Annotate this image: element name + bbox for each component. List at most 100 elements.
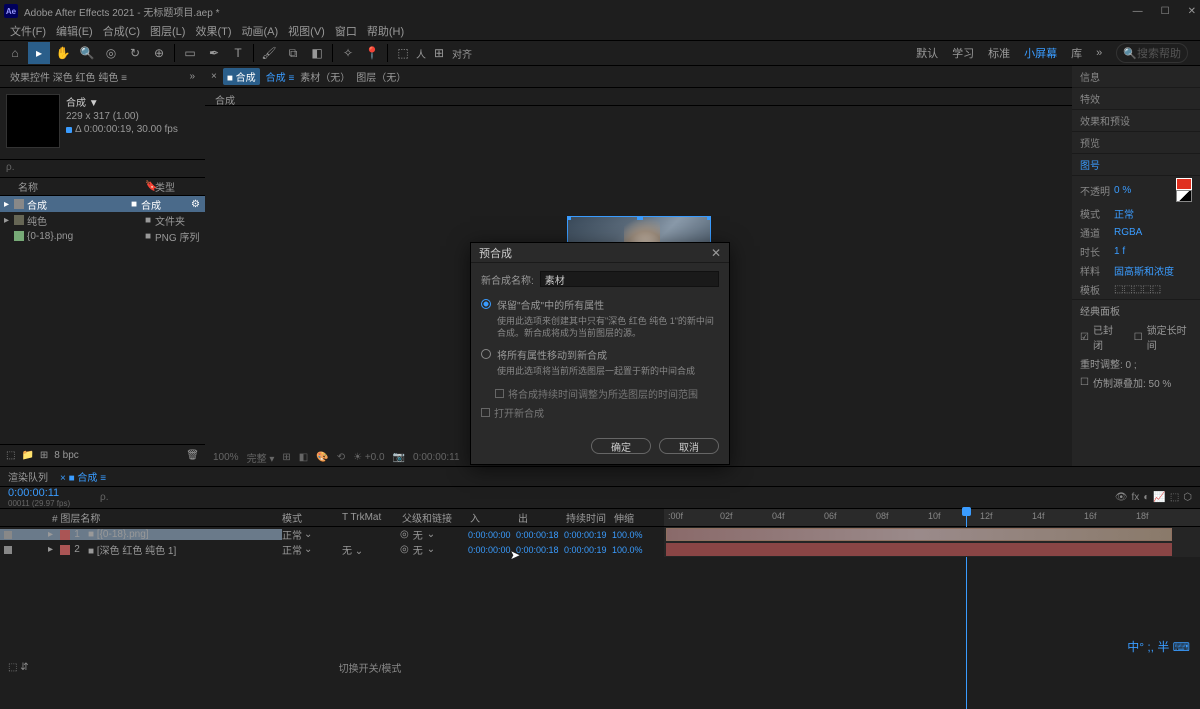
roto-tool[interactable]: ✧ [337, 42, 359, 64]
menu-file[interactable]: 文件(F) [6, 21, 50, 41]
menu-effect[interactable]: 效果(T) [191, 21, 235, 41]
collapse-icon[interactable]: ⇵ [20, 662, 28, 673]
workspace-small[interactable]: 小屏幕 [1024, 45, 1057, 61]
time-ruler[interactable]: # 图层名称 模式 T TrkMat 父级和链接 入 出 持续时间 伸缩 :00… [0, 509, 1200, 527]
chk-locked[interactable]: ☑ [1080, 332, 1089, 343]
shy-icon[interactable]: 👁 [1115, 492, 1128, 503]
chk-time[interactable]: ☐ [1134, 332, 1143, 343]
visibility-toggle[interactable] [4, 531, 12, 539]
mask-icon[interactable]: ◧ [299, 452, 308, 463]
clone-tool[interactable]: ⧉ [282, 42, 304, 64]
comp-timeline-tab[interactable]: × ■ 合成 ≡ [60, 469, 106, 484]
handle-tc[interactable] [637, 216, 643, 220]
puppet-tool[interactable]: 📍 [361, 42, 383, 64]
viewer-lock-icon[interactable]: × [211, 71, 217, 82]
exposure-icon[interactable]: ☀ +0.0 [353, 452, 384, 463]
toggle-icon[interactable]: ⬚ [8, 662, 17, 673]
current-time[interactable]: 0:00:00:11 00011 (29.97 fps) [0, 487, 100, 508]
option-move-attrs[interactable]: 将所有属性移动到新合成 [481, 347, 719, 362]
project-item-comp[interactable]: ▸ 合成 ■ 合成 ⚙ [0, 196, 205, 212]
viewer-active-tab[interactable]: 合成 ≡ [266, 69, 295, 84]
dialog-titlebar[interactable]: 预合成 ✕ [471, 243, 729, 263]
cancel-button[interactable]: 取消 [659, 438, 719, 454]
zoom-level[interactable]: 100% [213, 452, 239, 463]
folder-icon[interactable]: 📁 [21, 450, 33, 461]
workspace-standard[interactable]: 标准 [988, 45, 1010, 61]
project-search[interactable]: ρ. [0, 160, 205, 178]
project-item-folder[interactable]: ▸ 纯色 ■ 文件夹 [0, 212, 205, 228]
mb-icon[interactable]: ◐ [1143, 492, 1149, 503]
trash-icon[interactable]: 🗑 [186, 450, 199, 461]
open-new-comp-check[interactable]: 打开新合成 [481, 405, 719, 420]
help-search[interactable]: 🔍 搜索帮助 [1116, 43, 1188, 63]
viewer-layer-tab[interactable]: 图层（无） [356, 69, 406, 84]
3d-icon[interactable]: ⬡ [1183, 492, 1192, 503]
pickwhip-icon[interactable]: ◎ [400, 529, 409, 540]
layer-search[interactable]: ρ. [100, 492, 280, 503]
col-name-header[interactable]: 名称 [0, 179, 145, 194]
rp-info[interactable]: 信息 [1072, 66, 1200, 88]
snap-toggle[interactable]: ⊞ [428, 42, 450, 64]
adjust-duration-check[interactable]: 将合成持续时间调整为所选图层的时间范围 [495, 386, 719, 401]
home-icon[interactable]: ⌂ [4, 42, 26, 64]
menu-edit[interactable]: 编辑(E) [52, 21, 97, 41]
viewer-time[interactable]: 0:00:00:11 [413, 452, 460, 463]
comp-name-input[interactable] [540, 271, 719, 287]
handle-tr[interactable] [707, 216, 711, 220]
rp-audio[interactable]: 特效 [1072, 88, 1200, 110]
pan-behind-tool[interactable]: ⊕ [148, 42, 170, 64]
rect-tool[interactable]: ▭ [179, 42, 201, 64]
new-comp-icon[interactable]: ⊞ [40, 450, 48, 461]
switch-mode[interactable]: 切换开关/模式 [339, 660, 402, 675]
minimize-button[interactable]: — [1133, 6, 1143, 17]
dialog-close-button[interactable]: ✕ [711, 246, 721, 260]
workspace-lib[interactable]: 库 [1071, 45, 1082, 61]
brush-tool[interactable]: 🖌 [258, 42, 280, 64]
project-item-image[interactable]: {0-18}.png ■ PNG 序列 [0, 228, 205, 244]
bpc-label[interactable]: 8 bpc [54, 450, 78, 461]
viewer-comp-tag[interactable]: ■ 合成 [223, 68, 260, 85]
snapshot-icon[interactable]: 📷 [393, 452, 405, 463]
timeline-row-1[interactable]: ▸ 1 ■ [{0-18}.png] 正常 ⌄ ◎无 ⌄ 0:00:00:00 … [0, 527, 1200, 542]
rotate-tool[interactable]: ↻ [124, 42, 146, 64]
snap-icon[interactable]: ⬚ [392, 42, 414, 64]
ok-button[interactable]: 确定 [591, 438, 651, 454]
workspace-learn[interactable]: 学习 [952, 45, 974, 61]
rp-preview[interactable]: 预览 [1072, 132, 1200, 154]
selection-tool[interactable]: ▸ [28, 42, 50, 64]
fx-icon[interactable]: fx [1132, 492, 1140, 503]
handle-tl[interactable] [567, 216, 571, 220]
menu-window[interactable]: 窗口 [331, 21, 361, 41]
reset-icon[interactable]: ⟲ [337, 452, 345, 463]
workspace-more[interactable]: » [1096, 47, 1102, 59]
visibility-toggle[interactable] [4, 546, 12, 554]
text-tool[interactable]: T [227, 42, 249, 64]
interpret-icon[interactable]: ⬚ [6, 450, 15, 461]
layer-bar-1[interactable] [666, 528, 1172, 541]
hand-tool[interactable]: ✋ [52, 42, 74, 64]
close-button[interactable]: ✕ [1188, 6, 1196, 17]
zoom-tool[interactable]: 🔍 [76, 42, 98, 64]
fg-color[interactable] [1176, 178, 1192, 190]
effect-controls-tab[interactable]: 效果控件 深色 红色 纯色 ≡ [4, 67, 133, 86]
layer-bar-2[interactable] [666, 543, 1172, 556]
pen-tool[interactable]: ✒ [203, 42, 225, 64]
graph-icon[interactable]: 📈 [1153, 492, 1165, 503]
menu-anim[interactable]: 动画(A) [238, 21, 283, 41]
workspace-default[interactable]: 默认 [916, 45, 938, 61]
menu-view[interactable]: 视图(V) [284, 21, 329, 41]
menu-comp[interactable]: 合成(C) [99, 21, 144, 41]
grid-icon[interactable]: ⊞ [282, 452, 290, 463]
maximize-button[interactable]: ☐ [1161, 6, 1170, 17]
rp-paint[interactable]: 图号 [1072, 154, 1200, 176]
comp-thumbnail[interactable] [6, 94, 60, 148]
option-keep-attrs[interactable]: 保留"合成"中的所有属性 [481, 297, 719, 312]
channel-icon[interactable]: 🎨 [316, 452, 328, 463]
bg-color[interactable] [1176, 190, 1192, 202]
menu-layer[interactable]: 图层(L) [146, 21, 189, 41]
menu-help[interactable]: 帮助(H) [363, 21, 408, 41]
pickwhip-icon[interactable]: ◎ [400, 544, 409, 555]
rp-effects[interactable]: 效果和预设 [1072, 110, 1200, 132]
adj-icon[interactable]: ⬚ [1170, 492, 1179, 503]
timeline-row-2[interactable]: ▸ 2 ■ [深色 红色 纯色 1] 正常 ⌄ 无 ⌄ ◎无 ⌄ 0:00:00… [0, 542, 1200, 557]
